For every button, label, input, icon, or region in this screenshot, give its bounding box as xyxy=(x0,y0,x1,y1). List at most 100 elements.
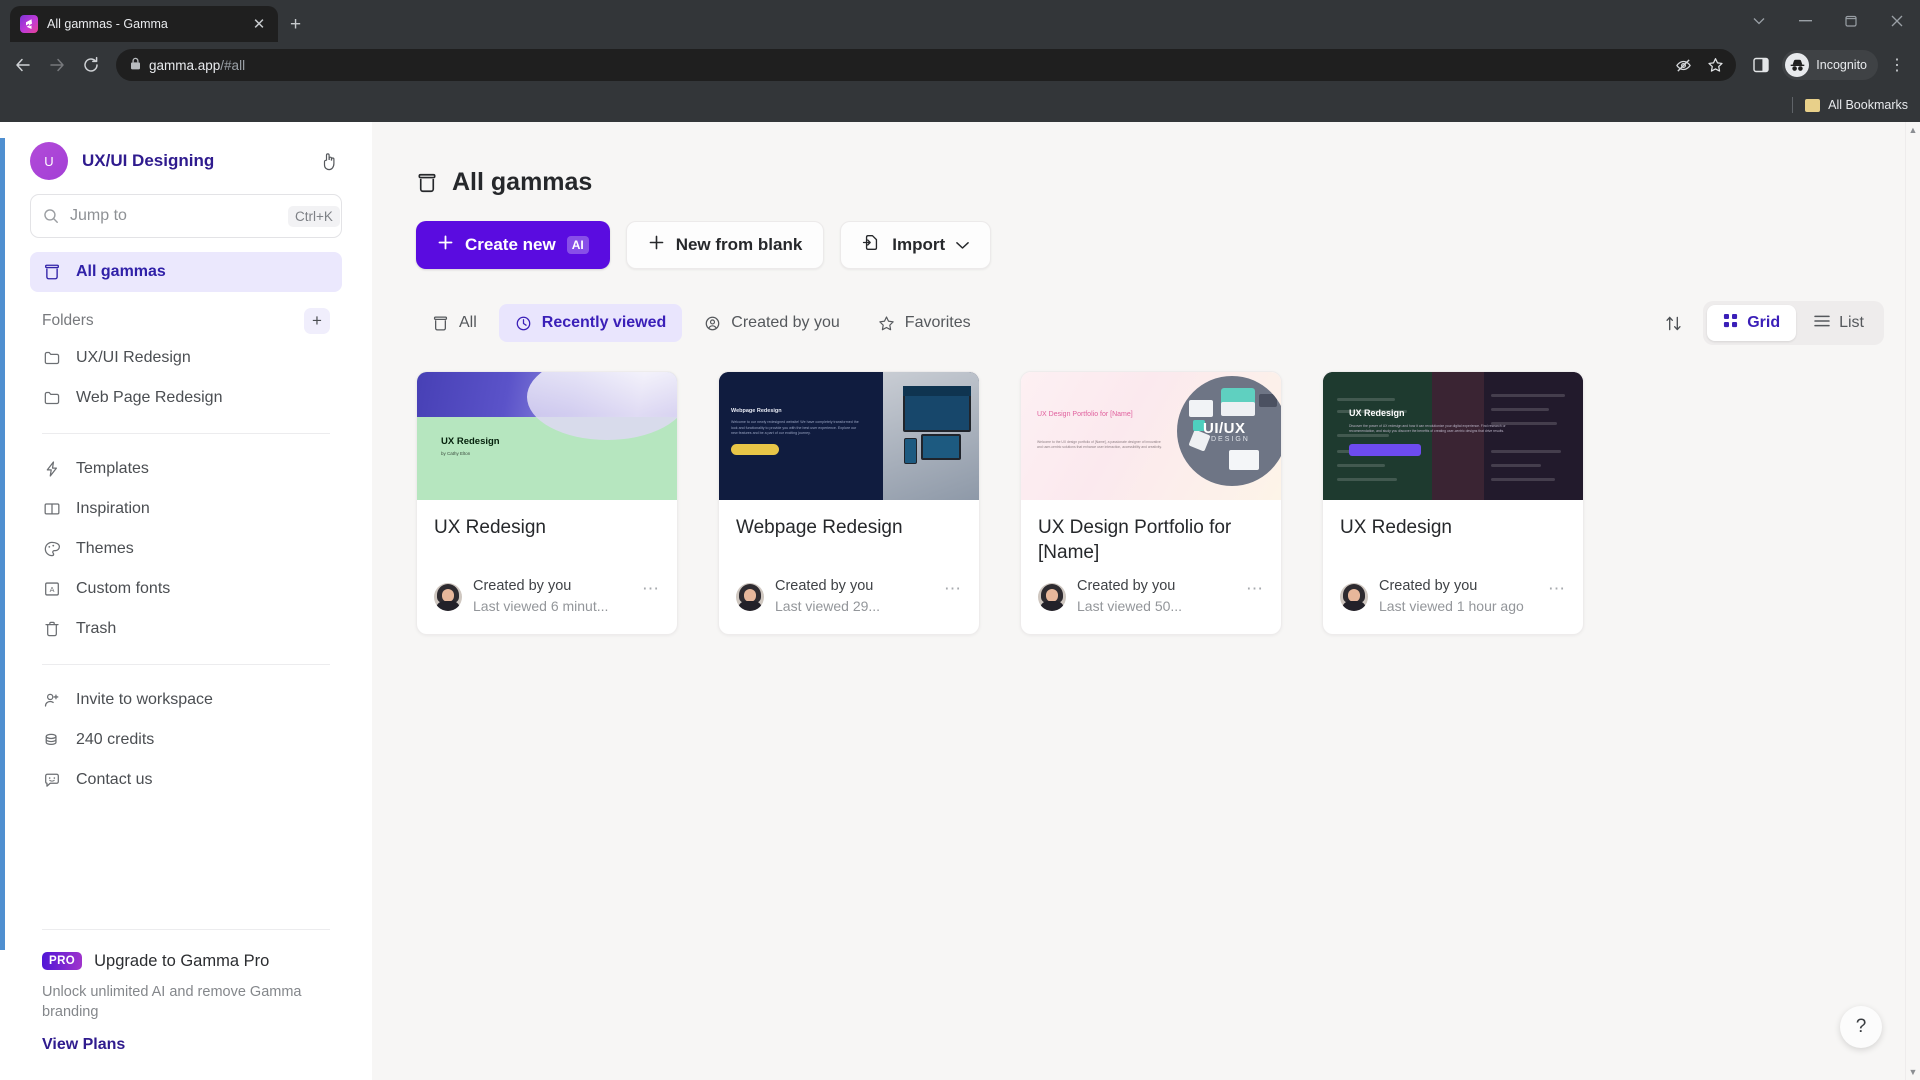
thumb-heading: UX Redesign xyxy=(1349,408,1405,418)
sidebar-item-contact-us[interactable]: Contact us xyxy=(30,760,342,800)
profile-incognito-button[interactable]: Incognito xyxy=(1782,50,1878,80)
scroll-up-icon[interactable]: ▲ xyxy=(1906,125,1920,135)
card-menu-icon[interactable]: ⋯ xyxy=(1548,577,1566,599)
window-controls xyxy=(1736,0,1920,42)
sidebar-folder-web-page-redesign[interactable]: Web Page Redesign xyxy=(30,378,342,418)
new-tab-button[interactable]: + xyxy=(290,15,301,34)
tab-label: Created by you xyxy=(731,314,840,331)
sidebar-item-label: Inspiration xyxy=(76,500,150,517)
help-button[interactable]: ? xyxy=(1840,1006,1882,1048)
tab-title: All gammas - Gamma xyxy=(47,17,168,31)
card-body: UX Design Portfolio for [Name] xyxy=(1021,500,1281,565)
minimize-icon[interactable] xyxy=(1782,0,1828,42)
view-grid-button[interactable]: Grid xyxy=(1707,305,1797,341)
tab-search-icon[interactable] xyxy=(1736,0,1782,42)
user-plus-icon xyxy=(42,691,62,709)
sidebar-item-trash[interactable]: Trash xyxy=(30,609,342,649)
palette-icon xyxy=(42,540,62,558)
browser-menu-icon[interactable]: ⋮ xyxy=(1882,50,1912,80)
card-menu-icon[interactable]: ⋯ xyxy=(944,577,962,599)
sidebar-item-credits[interactable]: 240 credits xyxy=(30,720,342,760)
collapse-sidebar-button[interactable] xyxy=(316,152,342,171)
tab-label: Recently viewed xyxy=(541,314,667,331)
thumb-subtitle: by Cathy Elton xyxy=(441,451,471,456)
sidebar-item-inspiration[interactable]: Inspiration xyxy=(30,489,342,529)
view-plans-link[interactable]: View Plans xyxy=(42,1036,125,1054)
tab-label: Favorites xyxy=(904,314,971,331)
card-menu-icon[interactable]: ⋯ xyxy=(642,577,660,599)
search-input[interactable] xyxy=(70,207,277,225)
sidebar-item-invite-to-workspace[interactable]: Invite to workspace xyxy=(30,680,342,720)
folders-title: Folders xyxy=(42,312,94,329)
thumb-decor xyxy=(527,372,677,440)
list-icon xyxy=(1814,314,1830,333)
avatar: U xyxy=(30,142,68,180)
view-mode-label: Grid xyxy=(1747,314,1781,331)
card-last-viewed: Last viewed 1 hour ago xyxy=(1379,597,1524,614)
back-icon[interactable] xyxy=(8,50,38,80)
maximize-icon[interactable] xyxy=(1828,0,1874,42)
create-new-button[interactable]: Create new AI xyxy=(416,221,610,269)
action-buttons: Create new AI New from blank Import xyxy=(416,221,1884,269)
tab-favorites[interactable]: Favorites xyxy=(862,304,987,342)
browser-tab[interactable]: All gammas - Gamma ✕ xyxy=(10,6,278,42)
card-thumbnail: UX Redesign by Cathy Elton xyxy=(417,372,677,500)
sidebar-item-templates[interactable]: Templates xyxy=(30,449,342,489)
gamma-card[interactable]: UX Design Portfolio for [Name] Welcome t… xyxy=(1020,371,1282,635)
sidebar-item-label: All gammas xyxy=(76,263,166,280)
reload-icon[interactable] xyxy=(76,50,106,80)
scroll-down-icon[interactable]: ▼ xyxy=(1906,1067,1920,1077)
card-menu-icon[interactable]: ⋯ xyxy=(1246,577,1264,599)
close-window-icon[interactable] xyxy=(1874,0,1920,42)
card-last-viewed: Last viewed 29... xyxy=(775,597,881,614)
folders-section-header: Folders + xyxy=(30,308,342,334)
thumb-cta xyxy=(731,444,779,455)
view-mode-label: List xyxy=(1839,314,1864,331)
sidebar-item-all-gammas[interactable]: All gammas xyxy=(30,252,342,292)
side-panel-icon[interactable] xyxy=(1746,50,1776,80)
sidebar-item-custom-fonts[interactable]: A Custom fonts xyxy=(30,569,342,609)
add-folder-button[interactable]: + xyxy=(304,308,330,334)
card-thumbnail: UX Design Portfolio for [Name] Welcome t… xyxy=(1021,372,1281,500)
browser-toolbar: gamma.app/#all Incognito ⋮ xyxy=(0,42,1920,88)
sidebar-item-label: 240 credits xyxy=(76,731,155,748)
divider xyxy=(42,433,330,434)
all-bookmarks-label[interactable]: All Bookmarks xyxy=(1828,98,1908,112)
view-list-button[interactable]: List xyxy=(1798,305,1880,341)
filters-row: All Recently viewed Created by you Favor… xyxy=(416,301,1884,345)
import-button[interactable]: Import xyxy=(840,221,992,269)
view-mode-toggle: Grid List xyxy=(1703,301,1884,345)
bookmark-star-icon[interactable] xyxy=(1702,52,1728,78)
card-meta: Created by you Last viewed 1 hour ago xyxy=(1379,577,1537,615)
sidebar-folder-ux-ui-redesign[interactable]: UX/UI Redesign xyxy=(30,338,342,378)
font-icon: A xyxy=(42,580,62,598)
archive-icon xyxy=(42,263,62,281)
avatar xyxy=(1340,582,1368,611)
gamma-card[interactable]: UX Redesign Discover the power of UX red… xyxy=(1322,371,1584,635)
tab-all[interactable]: All xyxy=(416,304,493,342)
search-box[interactable]: Ctrl+K xyxy=(30,194,342,238)
new-from-blank-button[interactable]: New from blank xyxy=(625,221,825,269)
page-scrollbar[interactable]: ▲ ▼ xyxy=(1905,122,1920,1080)
tab-label: All xyxy=(459,314,477,331)
eye-slash-icon[interactable] xyxy=(1670,52,1696,78)
card-author: Created by you xyxy=(473,578,572,595)
thumb-paragraph: Discover the power of UX redesign and ho… xyxy=(1349,424,1506,434)
gamma-card-grid: UX Redesign by Cathy Elton UX Redesign C… xyxy=(416,371,1884,635)
forward-icon[interactable] xyxy=(42,50,72,80)
address-bar[interactable]: gamma.app/#all xyxy=(116,49,1737,81)
url-text: gamma.app/#all xyxy=(149,57,246,73)
archive-icon xyxy=(432,315,449,332)
sort-arrows-icon[interactable] xyxy=(1664,314,1683,333)
gamma-card[interactable]: Webpage Redesign Welcome to our newly re… xyxy=(718,371,980,635)
card-meta: Created by you Last viewed 6 minut... xyxy=(473,577,631,615)
clock-icon xyxy=(515,315,532,332)
gamma-card[interactable]: UX Redesign by Cathy Elton UX Redesign C… xyxy=(416,371,678,635)
card-title: UX Design Portfolio for [Name] xyxy=(1038,517,1232,563)
upgrade-header[interactable]: PRO Upgrade to Gamma Pro xyxy=(42,952,330,971)
tab-recently-viewed[interactable]: Recently viewed xyxy=(498,304,683,342)
close-icon[interactable]: ✕ xyxy=(250,17,268,32)
workspace-header[interactable]: U UX/UI Designing xyxy=(30,122,342,194)
sidebar-item-themes[interactable]: Themes xyxy=(30,529,342,569)
tab-created-by-you[interactable]: Created by you xyxy=(688,304,856,342)
